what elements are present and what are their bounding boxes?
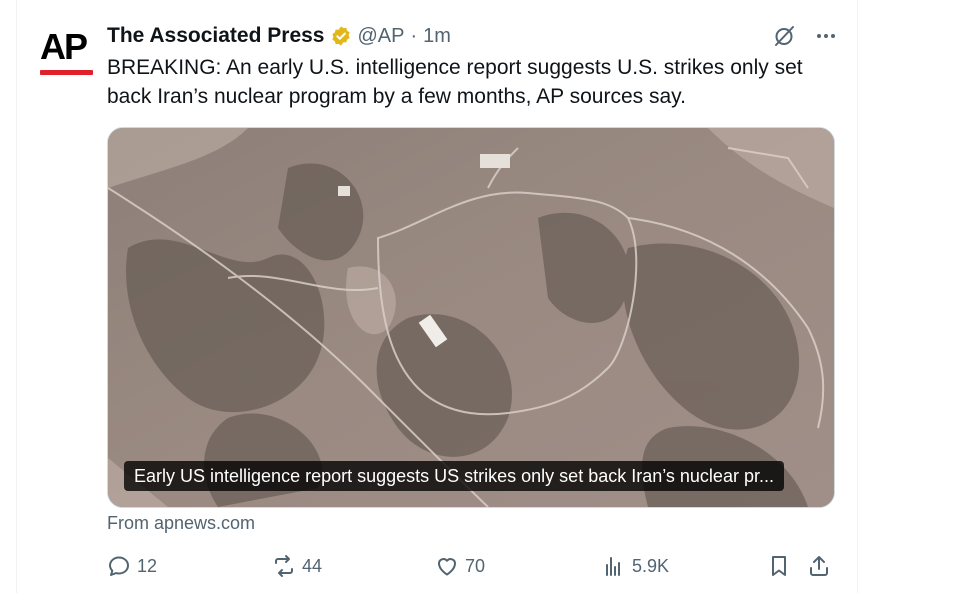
views-button[interactable]: 5.9K (602, 554, 669, 578)
like-icon (438, 558, 456, 576)
views-count: 5.9K (632, 555, 670, 576)
author-handle[interactable]: @AP (358, 25, 405, 48)
repost-count: 44 (302, 555, 323, 576)
share-button[interactable] (807, 554, 831, 578)
like-button[interactable]: 70 (435, 554, 485, 578)
ap-logo-text: AP (40, 26, 88, 67)
share-icon (810, 556, 828, 576)
reply-button[interactable]: 12 (107, 554, 157, 578)
like-count: 70 (465, 555, 486, 576)
author-name[interactable]: The Associated Press (107, 24, 325, 48)
media-card[interactable]: Early US intelligence report suggests US… (107, 127, 835, 508)
views-icon (606, 557, 620, 576)
reply-icon (109, 556, 129, 576)
reply-count: 12 (137, 555, 158, 576)
bookmark-icon (772, 556, 786, 576)
satellite-image (108, 128, 834, 507)
tweet-header: The Associated Press @AP · 1m (107, 22, 451, 50)
avatar[interactable]: AP (38, 26, 94, 82)
grok-icon[interactable] (772, 24, 796, 48)
verified-badge-icon (331, 26, 350, 46)
repost-icon (275, 555, 293, 577)
tweet-actions-bar: 12 44 70 5.9K (107, 554, 833, 582)
bookmark-button[interactable] (767, 554, 791, 578)
repost-button[interactable]: 44 (272, 554, 322, 578)
more-icon[interactable] (814, 24, 838, 48)
tweet-top-actions (772, 24, 838, 48)
link-source[interactable]: From apnews.com (107, 513, 255, 534)
tweet-text: BREAKING: An early U.S. intelligence rep… (107, 56, 803, 108)
separator-dot: · (410, 24, 418, 47)
ap-logo-bar (40, 70, 93, 75)
media-caption: Early US intelligence report suggests US… (124, 461, 784, 491)
timestamp[interactable]: 1m (423, 25, 451, 48)
